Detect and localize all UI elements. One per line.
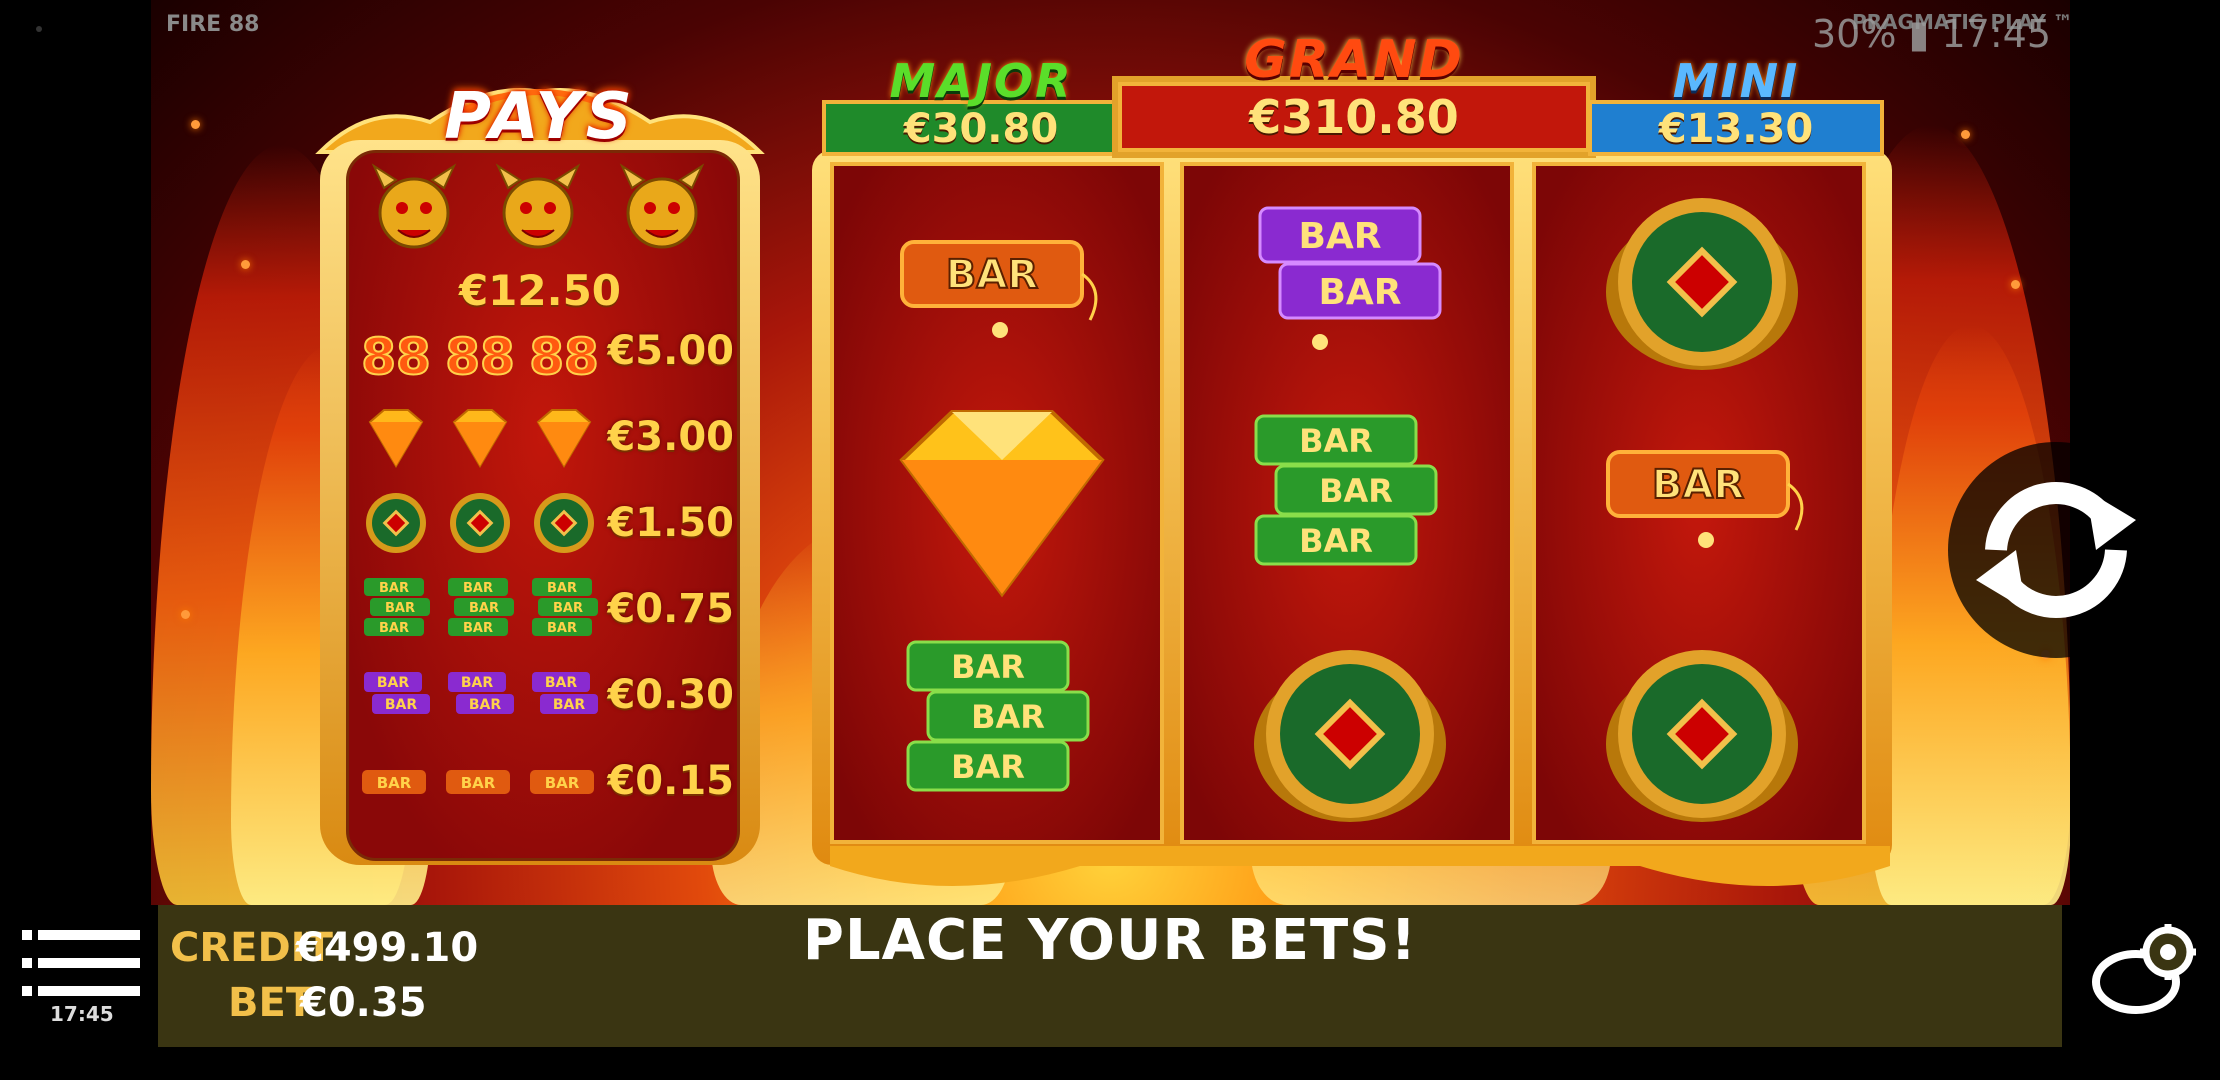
svg-text:BAR: BAR: [385, 697, 418, 713]
jackpot-grand-label: GRAND: [1244, 30, 1464, 90]
svg-text:BAR: BAR: [469, 697, 502, 713]
svg-text:BAR: BAR: [553, 601, 583, 616]
spin-button[interactable]: [1946, 440, 2166, 660]
jackpot-mini-label: MINI: [1672, 54, 1800, 108]
pay-row: BAR BAR BAR BAR BAR BAR BAR BAR BAR €0.75: [356, 574, 736, 648]
svg-text:BAR: BAR: [1299, 522, 1373, 560]
golden-dragon-icon: [371, 163, 457, 249]
pay-value: €1.50: [607, 500, 734, 546]
orange-bar-icon: BAR: [900, 240, 1098, 338]
pay-row: 88 88 88 €5.00: [356, 316, 736, 390]
system-status: 30% ▮ 17:45: [1812, 12, 2052, 56]
menu-icon[interactable]: [22, 928, 140, 998]
status-message: PLACE YOUR BETS!: [802, 908, 1418, 973]
purple-bar-icon: BAR BAR: [448, 672, 514, 714]
gem-icon: [368, 409, 424, 468]
pay-row: BAR BAR BAR €0.15: [356, 746, 736, 820]
ember-particle: [241, 260, 250, 269]
green-bar-icon: BAR BAR BAR: [906, 640, 1090, 792]
fire-88-icon: 88: [444, 327, 516, 386]
game-title: FIRE 88: [166, 12, 260, 37]
svg-text:BAR: BAR: [1299, 422, 1373, 460]
svg-text:BAR: BAR: [951, 748, 1025, 786]
svg-text:BAR: BAR: [463, 581, 493, 596]
golden-dragon-icon: [619, 163, 705, 249]
svg-text:88: 88: [529, 328, 599, 386]
pay-row: BAR BAR BAR BAR BAR BAR €0.30: [356, 660, 736, 734]
pay-row: €1.50: [356, 488, 736, 562]
coin-icon: [366, 493, 426, 553]
orange-bar-icon: BAR: [362, 770, 426, 794]
svg-text:BAR: BAR: [461, 675, 494, 691]
svg-text:BAR: BAR: [1318, 272, 1401, 313]
svg-text:BAR: BAR: [547, 581, 577, 596]
fire-88-icon: 88: [528, 327, 600, 386]
pay-value-dragon: €12.50: [458, 266, 622, 315]
purple-bar-icon: BAR BAR: [532, 672, 598, 714]
svg-text:BAR: BAR: [463, 621, 493, 636]
svg-text:BAR: BAR: [377, 774, 412, 792]
ember-particle: [1961, 130, 1970, 139]
purple-bar-icon: BAR BAR: [1258, 206, 1442, 350]
jackpot-mini-value: €13.30: [1588, 100, 1884, 156]
coin-icon: [1606, 198, 1798, 370]
svg-text:BAR: BAR: [971, 698, 1045, 736]
settings-coin-gear-icon[interactable]: [2090, 924, 2200, 1014]
bet-value[interactable]: €0.35: [300, 980, 427, 1026]
svg-text:BAR: BAR: [1652, 462, 1744, 508]
green-bar-icon: BAR BAR BAR: [364, 578, 430, 636]
orange-bar-icon: BAR: [530, 770, 594, 794]
pay-value: €5.00: [607, 328, 734, 374]
golden-dragon-icon: [495, 163, 581, 249]
coin-icon: [450, 493, 510, 553]
ember-particle: [2011, 280, 2020, 289]
green-bar-icon: BAR BAR BAR: [448, 578, 514, 636]
clock: 17:45: [50, 1002, 114, 1026]
reel-bottom-ornament: [830, 846, 1890, 886]
jackpot-grand-value: €310.80: [1118, 82, 1590, 152]
pay-value: €0.75: [607, 586, 734, 632]
svg-text:BAR: BAR: [461, 774, 496, 792]
gem-icon: [536, 409, 592, 468]
purple-bar-icon: BAR BAR: [364, 672, 430, 714]
jackpot-major-label: MAJOR: [889, 54, 1073, 108]
credit-value: €499.10: [296, 925, 479, 971]
svg-text:88: 88: [361, 328, 431, 386]
svg-text:BAR: BAR: [379, 581, 409, 596]
orange-bar-icon: BAR: [1606, 450, 1804, 548]
green-bar-icon: BAR BAR BAR: [532, 578, 598, 636]
coin-icon: [534, 493, 594, 553]
svg-text:88: 88: [445, 328, 515, 386]
green-bar-icon: BAR BAR BAR: [1254, 414, 1438, 566]
svg-text:BAR: BAR: [547, 621, 577, 636]
gem-icon: [452, 409, 508, 468]
pay-row: €3.00: [356, 402, 736, 476]
ember-particle: [191, 120, 200, 129]
svg-text:BAR: BAR: [545, 675, 578, 691]
fire-88-icon: 88: [360, 327, 432, 386]
svg-text:BAR: BAR: [377, 675, 410, 691]
svg-text:BAR: BAR: [1319, 472, 1393, 510]
gem-icon: [899, 410, 1105, 598]
coin-icon: [1606, 650, 1798, 822]
pay-value: €3.00: [607, 414, 734, 460]
camera-dot: [36, 26, 42, 32]
svg-text:BAR: BAR: [946, 252, 1038, 298]
svg-text:BAR: BAR: [545, 774, 580, 792]
svg-text:BAR: BAR: [553, 697, 586, 713]
svg-text:BAR: BAR: [951, 648, 1025, 686]
coin-icon: [1254, 650, 1446, 822]
svg-text:BAR: BAR: [1298, 216, 1381, 257]
pay-value: €0.30: [607, 672, 734, 718]
pay-value: €0.15: [607, 758, 734, 804]
orange-bar-icon: BAR: [446, 770, 510, 794]
svg-text:BAR: BAR: [379, 621, 409, 636]
ember-particle: [181, 610, 190, 619]
svg-text:BAR: BAR: [385, 601, 415, 616]
jackpot-major-value: €30.80: [822, 100, 1140, 156]
svg-text:BAR: BAR: [469, 601, 499, 616]
pays-title: PAYS: [444, 80, 636, 154]
